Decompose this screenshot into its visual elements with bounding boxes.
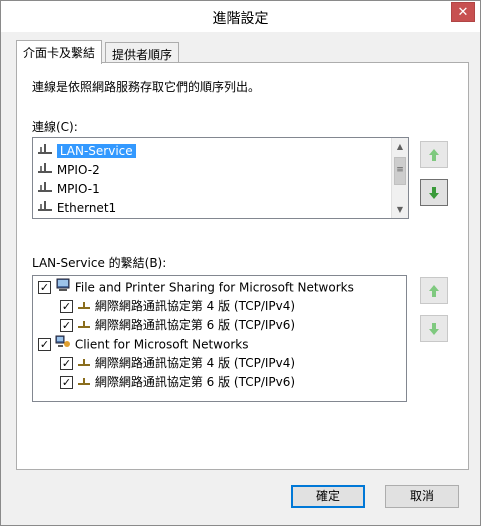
tab-adapters-and-bindings[interactable]: 介面卡及繫結 [16,40,103,64]
protocol-icon [77,297,91,316]
connection-item-label: MPIO-2 [56,163,100,177]
binding-item-label: 網際網路通訊協定第 4 版 (TCP/IPv4) [94,356,296,370]
binding-item-client-ms-networks[interactable]: Client for Microsoft Networks [55,335,248,354]
tab-provider-order[interactable]: 提供者順序 [105,42,180,63]
scroll-up-arrow-icon[interactable]: ▲ [392,138,408,155]
connection-item-mpio-1[interactable]: MPIO-1 [37,180,100,199]
binding-item-label: File and Printer Sharing for Microsoft N… [74,280,354,295]
binding-checkbox[interactable]: ✓ [60,357,73,370]
binding-checkbox[interactable]: ✓ [60,300,73,313]
binding-item-ipv4[interactable]: 網際網路通訊協定第 4 版 (TCP/IPv4) [77,297,295,316]
connection-item-lan-service[interactable]: LAN-Service [37,142,136,161]
ok-button[interactable]: 確定 [291,485,365,508]
binding-checkbox[interactable]: ✓ [38,338,51,351]
move-connection-down-button[interactable] [420,179,448,206]
protocol-icon [77,373,91,392]
bindings-listbox[interactable]: ✓ File and Printer Sharing for Microsoft… [32,275,407,402]
window-title: 進階設定 [212,11,269,27]
tab-panel-adapters-and-bindings: 連線是依照網路服務存取它們的順序列出。 連線(C): LAN-Service M… [16,62,469,470]
connection-item-ethernet1[interactable]: Ethernet1 [37,199,116,218]
arrow-up-icon [429,284,439,297]
network-adapter-icon [37,199,53,218]
protocol-icon [77,354,91,373]
protocol-icon [77,316,91,335]
move-binding-down-button[interactable] [420,315,448,342]
connection-item-label: LAN-Service [56,144,136,158]
binding-checkbox[interactable]: ✓ [38,281,51,294]
binding-item-file-printer-sharing[interactable]: File and Printer Sharing for Microsoft N… [55,278,354,297]
arrow-down-icon [429,186,439,199]
binding-item-ipv6[interactable]: 網際網路通訊協定第 6 版 (TCP/IPv6) [77,316,295,335]
scroll-thumb[interactable]: ≡ [394,157,406,185]
move-connection-up-button[interactable] [420,141,448,168]
connections-label: 連線(C): [32,120,78,134]
advanced-settings-dialog: 進階設定 ✕ 介面卡及繫結 提供者順序 連線是依照網路服務存取它們的順序列出。 … [0,0,481,526]
scroll-down-arrow-icon[interactable]: ▼ [392,201,408,218]
move-binding-up-button[interactable] [420,277,448,304]
cancel-button[interactable]: 取消 [385,485,459,508]
binding-checkbox[interactable]: ✓ [60,376,73,389]
connection-item-label: Ethernet1 [56,201,117,215]
connections-scrollbar[interactable]: ▲ ≡ ▼ [391,138,408,218]
binding-checkbox[interactable]: ✓ [60,319,73,332]
binding-item-label: 網際網路通訊協定第 6 版 (TCP/IPv6) [94,375,296,389]
client-network-icon [55,335,71,355]
network-adapter-icon [37,142,53,161]
connection-item-label: MPIO-1 [56,182,100,196]
binding-item-label: Client for Microsoft Networks [74,337,249,352]
binding-item-ipv6[interactable]: 網際網路通訊協定第 6 版 (TCP/IPv6) [77,373,295,392]
file-printer-sharing-icon [55,278,71,298]
network-adapter-icon [37,180,53,199]
title-bar: 進階設定 ✕ [1,1,480,32]
connection-item-mpio-2[interactable]: MPIO-2 [37,161,100,180]
arrow-up-icon [429,148,439,161]
binding-item-label: 網際網路通訊協定第 4 版 (TCP/IPv4) [94,299,296,313]
binding-item-label: 網際網路通訊協定第 6 版 (TCP/IPv6) [94,318,296,332]
binding-item-ipv4[interactable]: 網際網路通訊協定第 4 版 (TCP/IPv4) [77,354,295,373]
bindings-label: LAN-Service 的繫結(B): [32,256,167,270]
network-adapter-icon [37,161,53,180]
description-text: 連線是依照網路服務存取它們的順序列出。 [32,80,261,94]
close-button[interactable]: ✕ [451,2,475,22]
arrow-down-icon [429,322,439,335]
connections-listbox[interactable]: LAN-Service MPIO-2 MPIO-1 Ethernet1 ▲ ≡ … [32,137,409,219]
